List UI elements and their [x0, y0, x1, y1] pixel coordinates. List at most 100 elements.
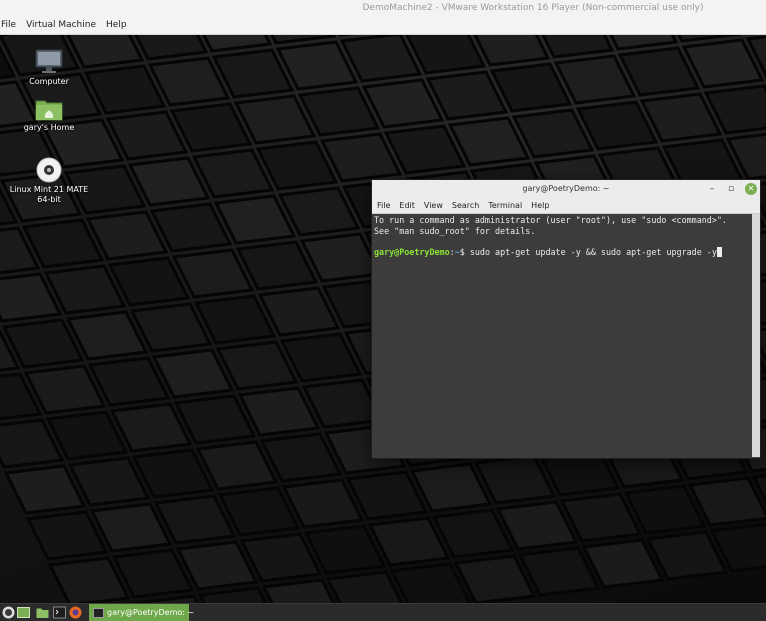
wallpaper-tile	[1, 318, 85, 369]
wallpaper-tile	[173, 394, 257, 445]
wallpaper-tile	[319, 132, 403, 183]
wallpaper-tile	[65, 310, 149, 361]
terminal-titlebar[interactable]: gary@PoetryDemo: ~ – ▫ ✕	[372, 180, 760, 198]
wallpaper-tile	[453, 554, 537, 603]
wallpaper-tile	[3, 464, 87, 515]
wallpaper-tile	[87, 356, 171, 407]
wallpaper-tile	[131, 448, 215, 499]
terminal-launcher-icon[interactable]	[53, 606, 66, 619]
wallpaper-tile	[83, 64, 167, 115]
desktop-icon-computer[interactable]: Computer	[4, 49, 94, 87]
wallpaper-tile	[473, 454, 557, 505]
wallpaper-tile	[575, 100, 659, 151]
wallpaper-tile	[237, 386, 321, 437]
wallpaper-tile	[299, 232, 383, 283]
wallpaper-tile	[169, 102, 253, 153]
desktop-icon-label: Linux Mint 21 MATE	[9, 185, 89, 194]
wallpaper-tile	[257, 286, 341, 337]
terminal-line: See "man sudo_root" for details.	[374, 225, 536, 236]
mint-menu-icon[interactable]	[2, 606, 15, 619]
wallpaper-tile	[511, 108, 595, 159]
close-icon[interactable]: ✕	[745, 183, 757, 195]
term-menu-help[interactable]: Help	[531, 198, 549, 213]
taskbar-task-label: gary@PoetryDemo: ~	[107, 608, 195, 617]
terminal-output[interactable]: To run a command as administrator (user …	[373, 214, 751, 457]
wallpaper-tile	[21, 218, 105, 269]
computer-icon	[35, 49, 63, 73]
wallpaper-tile	[345, 470, 429, 521]
wallpaper-tile	[239, 532, 323, 583]
wallpaper-tile	[255, 140, 339, 191]
wallpaper-tile	[681, 38, 765, 89]
terminal-scrollbar[interactable]	[752, 214, 760, 457]
wallpaper-tile	[409, 462, 493, 513]
wallpaper-tile	[639, 92, 723, 143]
terminal-line: To run a command as administrator (user …	[374, 215, 727, 225]
desktop-icon-home[interactable]: gary's Home	[4, 97, 94, 133]
terminal-task-icon	[93, 608, 104, 618]
wallpaper-tile	[645, 530, 729, 581]
term-menu-edit[interactable]: Edit	[399, 198, 415, 213]
wallpaper-tile	[175, 540, 259, 591]
terminal-menubar: File Edit View Search Terminal Help	[372, 198, 760, 214]
wallpaper-tile	[67, 456, 151, 507]
wallpaper-tile	[45, 410, 129, 461]
wallpaper-tile	[111, 548, 195, 599]
wallpaper-tile	[303, 524, 387, 575]
show-desktop-icon[interactable]	[17, 606, 30, 619]
terminal-prompt-line: gary@PoetryDemo:~$ sudo apt-get update -…	[374, 246, 751, 258]
maximize-icon[interactable]: ▫	[725, 183, 737, 195]
wallpaper-tile	[153, 494, 237, 545]
wallpaper-tile	[129, 302, 213, 353]
wallpaper-tile	[623, 484, 707, 535]
wallpaper-tile	[85, 210, 169, 261]
term-menu-file[interactable]: File	[377, 198, 390, 213]
minimize-icon[interactable]: –	[706, 183, 718, 195]
terminal-cursor	[716, 246, 722, 257]
host-menu-virtual-machine[interactable]: Virtual Machine	[25, 20, 101, 30]
home-folder-icon	[35, 100, 63, 121]
wallpaper-tile	[425, 70, 509, 121]
term-menu-view[interactable]: View	[424, 198, 443, 213]
host-menu-help[interactable]: Help	[105, 20, 132, 30]
wallpaper-tile	[43, 264, 127, 315]
desktop-icon-disc[interactable]: Linux Mint 21 MATE 64-bit	[4, 157, 94, 205]
wallpaper-tile	[495, 500, 579, 551]
terminal-window[interactable]: gary@PoetryDemo: ~ – ▫ ✕ File Edit View …	[371, 179, 761, 459]
wallpaper-tile	[383, 124, 467, 175]
wallpaper-tile	[23, 364, 107, 415]
wallpaper-tile	[217, 486, 301, 537]
prompt-symbol: $	[459, 246, 470, 257]
wallpaper-tile	[89, 502, 173, 553]
firefox-icon[interactable]	[69, 606, 82, 619]
wallpaper-tile	[559, 492, 643, 543]
disc-icon	[36, 157, 62, 183]
vmware-title-bar: DemoMachine2 - VMware Workstation 16 Pla…	[0, 0, 766, 35]
wallpaper-tile	[149, 202, 233, 253]
wallpaper-tile	[361, 78, 445, 129]
term-menu-terminal[interactable]: Terminal	[488, 198, 522, 213]
wallpaper-tile	[281, 478, 365, 529]
wallpaper-tile	[151, 348, 235, 399]
wallpaper-tile	[109, 402, 193, 453]
file-manager-icon[interactable]	[36, 606, 49, 619]
wallpaper-tile	[617, 46, 701, 97]
host-menu-file[interactable]: File	[0, 20, 21, 30]
wallpaper-tile	[195, 440, 279, 491]
wallpaper-tile	[107, 256, 191, 307]
wallpaper-tile	[489, 62, 573, 113]
wallpaper-tile	[147, 56, 231, 107]
wallpaper-tile	[235, 240, 319, 291]
prompt-user: gary@PoetryDemo	[374, 246, 450, 257]
taskbar-task-terminal[interactable]: gary@PoetryDemo: ~	[89, 604, 194, 621]
wallpaper-tile	[447, 116, 531, 167]
wallpaper-tile	[127, 156, 211, 207]
wallpaper-tile	[431, 508, 515, 559]
wallpaper-tile	[517, 546, 601, 597]
term-menu-search[interactable]: Search	[452, 198, 479, 213]
wallpaper-tile	[581, 538, 665, 589]
wallpaper-tile	[213, 194, 297, 245]
wallpaper-tile	[553, 54, 637, 105]
wallpaper-tile	[279, 332, 363, 383]
